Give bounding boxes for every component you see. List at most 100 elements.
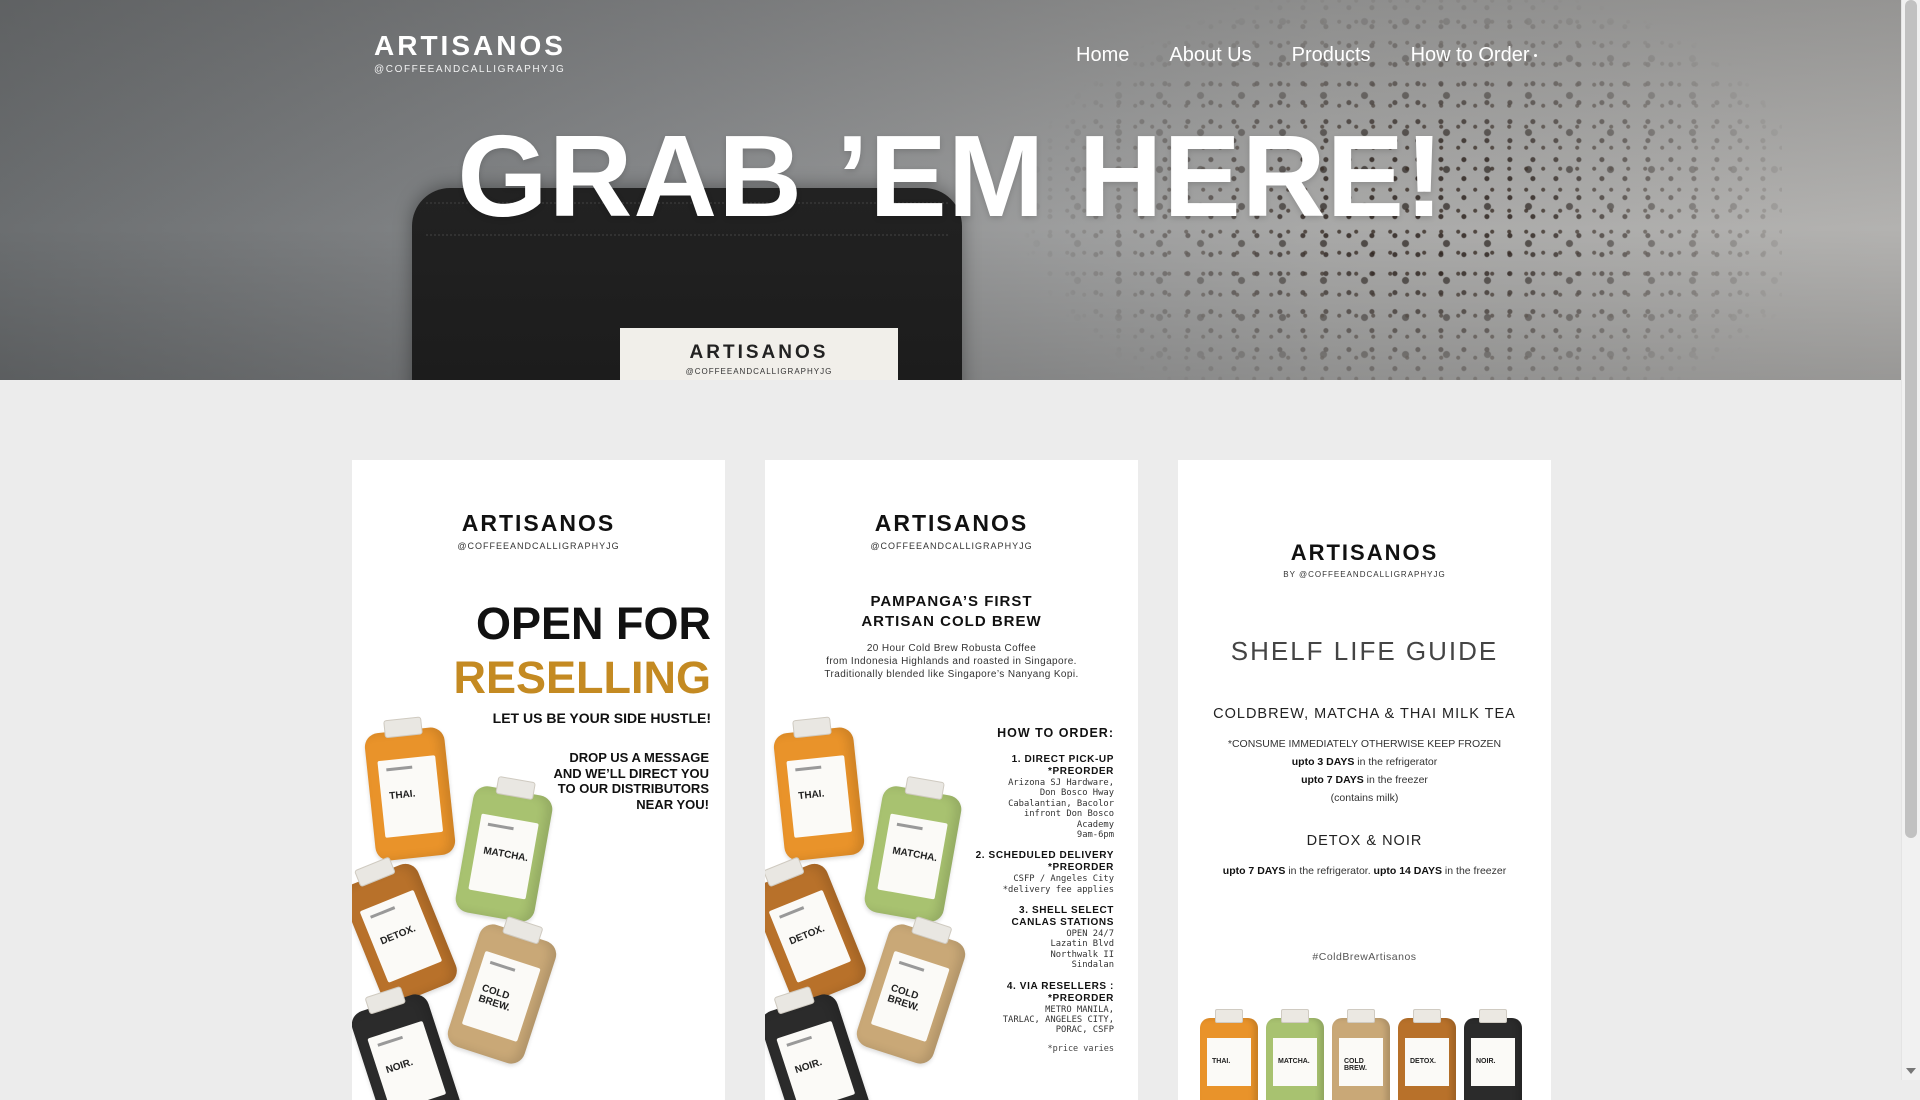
shelf-section-detox: DETOX & NOIR <box>1306 833 1423 849</box>
ordering-desc-3: Traditionally blended like Singapore’s N… <box>824 669 1079 680</box>
ordering-description: 20 Hour Cold Brew Robusta Coffee from In… <box>765 642 1138 681</box>
bottle-noir: NOIR. <box>765 985 873 1100</box>
bottle-cold-brew: COLD BREW. <box>853 915 969 1068</box>
bottle-label: DETOX. <box>768 889 852 983</box>
card-shelf-life[interactable]: ARTISANOS BY @COFFEEANDCALLIGRAPHYJG SHE… <box>1178 460 1551 1100</box>
label-mark <box>896 822 923 831</box>
bottle-label: DETOX. <box>359 889 443 983</box>
hashtag: #ColdBrewArtisanos <box>1312 951 1417 963</box>
label-mark <box>786 1035 813 1047</box>
bottle-label: NOIR. <box>776 1021 856 1100</box>
bottle-cap <box>364 985 407 1015</box>
bottle-thai: THAI. <box>772 716 866 862</box>
order-step-title: 3. SHELL SELECT CANLAS STATIONS <box>1011 905 1114 928</box>
bottle-matcha: MATCHA. <box>453 775 555 924</box>
label-mark <box>370 906 396 919</box>
bottle-name: DETOX. <box>1410 1058 1436 1065</box>
shelf-detox-line: upto 7 DAYS in the refrigerator. upto 14… <box>1178 865 1551 878</box>
page-scrollbar[interactable] <box>1901 0 1920 1080</box>
reselling-heading-2: RESELLING <box>453 652 711 703</box>
bottle-cold-brew: COLD BREW. <box>444 915 560 1068</box>
nav-about-us[interactable]: About Us <box>1169 44 1251 67</box>
page-title: GRAB ’EM HERE! <box>457 111 1445 241</box>
label-mark <box>377 1035 404 1047</box>
detox-freezer-days: upto 14 DAYS <box>1373 865 1443 877</box>
order-step: 3. SHELL SELECT CANLAS STATIONS OPEN 24/… <box>964 905 1114 971</box>
card-brand-name: ARTISANOS <box>1290 540 1439 565</box>
ordering-headline: PAMPANGA’S FIRST ARTISAN COLD BREW <box>765 592 1138 633</box>
ordering-desc-1: 20 Hour Cold Brew Robusta Coffee <box>866 643 1037 654</box>
ordering-headline-1: PAMPANGA’S FIRST <box>870 593 1033 610</box>
card-brand-handle: @COFFEEANDCALLIGRAPHYJG <box>870 541 1033 551</box>
shelf-milk-note: (contains milk) <box>1330 792 1399 804</box>
bottle-cap <box>1413 1009 1441 1023</box>
card-brand-handle: BY @COFFEEANDCALLIGRAPHYJG <box>1283 570 1446 579</box>
label-mark <box>795 765 822 772</box>
bottle-label: MATCHA. <box>468 813 539 900</box>
bottle-name: MATCHA. <box>891 845 939 865</box>
card-brand-name: ARTISANOS <box>874 510 1029 536</box>
bottle-noir: NOIR. <box>1464 1009 1522 1100</box>
bottle-detox: DETOX. <box>1398 1009 1456 1100</box>
bottle-label: MATCHA. <box>877 813 948 900</box>
reselling-heading-1: OPEN FOR <box>475 598 711 649</box>
bottle-thai: THAI. <box>1200 1009 1258 1100</box>
bottle-name: MATCHA. <box>482 845 530 865</box>
order-step-detail: OPEN 24/7 Lazatin Blvd Northwalk II Sind… <box>1050 929 1114 971</box>
order-step-title: 2. SCHEDULED DELIVERY *PREORDER <box>975 850 1114 874</box>
bottle-name: NOIR. <box>1476 1058 1496 1065</box>
bottle-thai: THAI. <box>363 716 457 862</box>
bottle-name: DETOX. <box>378 923 418 948</box>
order-step: 1. DIRECT PICK-UP *PREORDER Arizona SJ H… <box>964 754 1114 840</box>
bottle-name: COLD BREW. <box>476 982 512 1014</box>
shelf-section-milk: COLDBREW, MATCHA & THAI MILK TEA <box>1213 706 1516 722</box>
bottle-label: THAI. <box>377 755 443 838</box>
how-to-order-title: HOW TO ORDER: <box>997 726 1114 740</box>
nav-products[interactable]: Products <box>1292 44 1371 67</box>
bottle-label: NOIR. <box>367 1021 447 1100</box>
bottle-label: COLD BREW. <box>461 951 541 1042</box>
shelf-fridge-days: upto 3 DAYS <box>1291 756 1355 768</box>
ordering-desc-2: from Indonesia Highlands and roasted in … <box>826 656 1077 667</box>
card-how-to-order[interactable]: ARTISANOS @COFFEEANDCALLIGRAPHYJG PAMPAN… <box>765 460 1138 1100</box>
card-brand-name: ARTISANOS <box>461 510 616 536</box>
bottle-label: MATCHA. <box>1273 1038 1317 1086</box>
bottle-cap <box>1347 1009 1375 1023</box>
bottle-cap <box>501 915 544 945</box>
site-logo[interactable]: ARTISANOS @COFFEEANDCALLIGRAPHYJG <box>374 30 566 75</box>
scroll-down-icon[interactable] <box>1906 1068 1916 1074</box>
bottle-cap <box>1479 1009 1507 1023</box>
bottle-name: THAI. <box>388 788 416 803</box>
card-brand: ARTISANOS BY @COFFEEANDCALLIGRAPHYJG <box>1178 540 1551 579</box>
bottle-label: DETOX. <box>1405 1038 1449 1086</box>
order-step-detail: METRO MANILA, TARLAC, ANGELES CITY, PORA… <box>1002 1004 1114 1036</box>
reselling-message: DROP US A MESSAGE AND WE’LL DIRECT YOU T… <box>553 750 709 812</box>
bottle-cap <box>773 985 816 1015</box>
nav-home[interactable]: Home <box>1076 44 1129 67</box>
bottle-cap <box>383 716 423 739</box>
bottle-name: NOIR. <box>793 1056 824 1077</box>
card-brand: ARTISANOS @COFFEEANDCALLIGRAPHYJG <box>352 510 725 551</box>
scrollbar-thumb[interactable] <box>1905 0 1917 838</box>
shelf-life-title: SHELF LIFE GUIDE <box>1230 636 1499 666</box>
label-mark <box>386 765 413 772</box>
card-reselling[interactable]: ARTISANOS @COFFEEANDCALLIGRAPHYJG OPEN F… <box>352 460 725 1100</box>
bottle-cap <box>910 915 953 945</box>
label-mark <box>779 906 805 919</box>
bottle-cap <box>495 775 536 801</box>
order-step: 2. SCHEDULED DELIVERY *PREORDER CSFP / A… <box>964 850 1114 895</box>
bottle-cap <box>792 716 832 739</box>
nav-how-to-order[interactable]: How to Order <box>1411 44 1530 67</box>
submenu-dot-icon <box>1533 54 1537 57</box>
bottle-name: COLD BREW. <box>1344 1058 1367 1072</box>
bottle-name: THAI. <box>797 788 825 803</box>
bottle-cold-brew: COLD BREW. <box>1332 1009 1390 1100</box>
product-cards: ARTISANOS @COFFEEANDCALLIGRAPHYJG OPEN F… <box>352 460 1551 1100</box>
bag-label-handle: @COFFEEANDCALLIGRAPHYJG <box>685 367 833 376</box>
shelf-fridge-text: in the refrigerator <box>1354 756 1438 768</box>
bottle-label: THAI. <box>1207 1038 1251 1086</box>
ordering-headline-2: ARTISAN COLD BREW <box>861 613 1042 631</box>
shelf-fridge-line: upto 3 DAYS in the refrigerator <box>1178 756 1551 769</box>
shelf-freezer-line: upto 7 DAYS in the freezer <box>1178 774 1551 787</box>
bottle-cap <box>765 856 805 888</box>
